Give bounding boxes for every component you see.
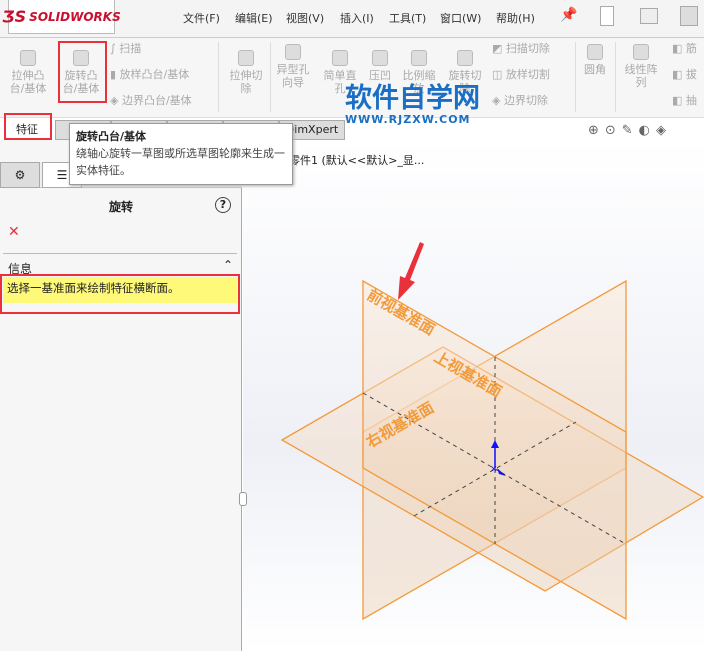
cancel-icon[interactable]: ✕ <box>8 224 20 240</box>
tooltip-title: 旋转凸台/基体 <box>76 130 147 143</box>
tooltip-body: 绕轴心旋转一草图或所选草图轮廓来生成一实体特征。 <box>76 147 285 177</box>
graphics-area[interactable]: 零件1 (默认<<默认>_显... ⊕⊙✎◐◈ ✕ 前视基准面 上视基准面 右视… <box>243 123 704 651</box>
panel-resize-handle[interactable] <box>239 492 247 506</box>
tooltip: 旋转凸台/基体 绕轴心旋转一草图或所选草图轮廓来生成一实体特征。 <box>69 123 293 185</box>
red-arrow-icon <box>398 242 424 300</box>
help-icon[interactable]: ? <box>215 197 231 213</box>
collapse-icon[interactable]: ⌃ <box>223 258 233 272</box>
divider <box>3 253 237 254</box>
panel-title: 旋转 <box>108 200 133 214</box>
property-manager: ⚙ ☰ 旋转 ? ✕ 信息 ⌃ 选择一基准面来绘制特征横断面。 <box>0 140 247 651</box>
feature-manager-tab[interactable]: ⚙ <box>0 162 40 188</box>
info-highlight <box>0 274 240 314</box>
svg-text:✕: ✕ <box>490 465 498 475</box>
